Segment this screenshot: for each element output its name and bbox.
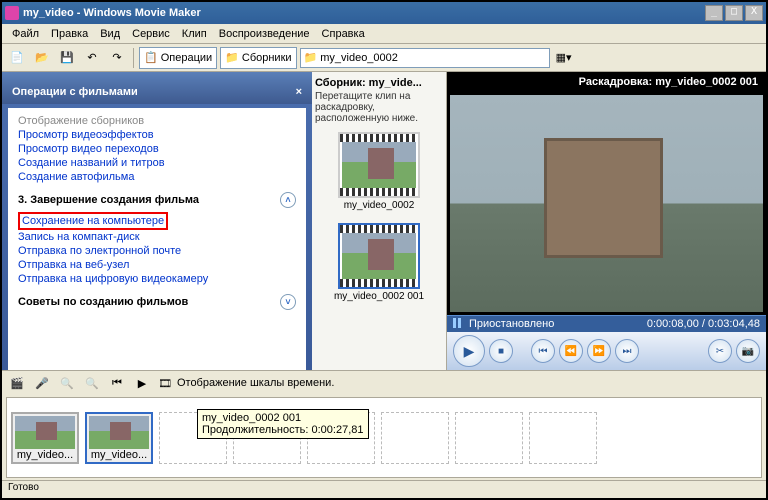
clip-tooltip: my_video_0002 001 Продолжительность: 0:0… [197,409,369,439]
status-bar: Готово [2,480,766,498]
play-button[interactable]: ▶ [453,335,485,367]
menu-view[interactable]: Вид [94,26,126,42]
close-button[interactable]: X [745,5,763,21]
task-link[interactable]: Просмотр видеоэффектов [18,128,296,142]
app-icon [5,6,19,20]
title-bar: my_video - Windows Movie Maker _ □ X [2,2,766,24]
task-save-to-computer[interactable]: Сохранение на компьютере [18,212,168,230]
chevron-down-icon: ˅ [280,294,296,310]
tasks-header: Операции с фильмами × [2,72,312,104]
collection-hint: Перетащите клип на раскадровку, располож… [315,91,443,128]
next-button[interactable]: ⏭ [615,339,639,363]
pause-icon [453,318,465,330]
storyboard-slot[interactable] [455,412,523,464]
preview-status-bar: Приостановлено 0:00:08,00 / 0:03:04,48 [447,315,766,332]
task-link[interactable]: Запись на компакт-диск [18,230,296,244]
save-button[interactable]: 💾 [56,47,78,69]
storyboard-clip[interactable]: my_video... [11,412,79,464]
collection-pane: Сборник: my_vide... Перетащите клип на р… [312,72,447,370]
new-button[interactable]: 📄 [6,47,28,69]
storyboard-toolbar: 🎬 🎤 🔍 🔍 ⏮ ▶ 🎞 Отображение шкалы времени. [2,371,766,395]
preview-title: Раскадровка: my_video_0002 001 [447,72,766,92]
prev-button[interactable]: ⏮ [531,339,555,363]
view-toggle-button[interactable]: ▦▾ [553,47,575,69]
zoom-in-button[interactable]: 🔍 [56,372,78,394]
collection-title: Сборник: my_vide... [315,75,443,91]
forward-button[interactable]: ⏩ [587,339,611,363]
open-button[interactable]: 📂 [31,47,53,69]
menu-clip[interactable]: Клип [176,26,213,42]
window-title: my_video - Windows Movie Maker [23,7,703,19]
task-link[interactable]: Отправка на цифровую видеокамеру [18,272,296,286]
storyboard-pane: 🎬 🎤 🔍 🔍 ⏮ ▶ 🎞 Отображение шкалы времени.… [2,370,766,480]
task-link[interactable]: Создание автофильма [18,170,296,184]
task-section-tips[interactable]: Советы по созданию фильмов˅ [18,294,296,310]
chevron-up-icon: ˄ [280,192,296,208]
preview-controls: ▶ ■ ⏮ ⏪ ⏩ ⏭ ✂ 📷 [447,332,766,370]
collection-combo[interactable]: 📁 my_video_0002 [300,48,550,68]
storyboard-clip[interactable]: my_video... [85,412,153,464]
play-timeline-button[interactable]: ▶ [131,372,153,394]
maximize-button[interactable]: □ [725,5,743,21]
playback-state: Приостановлено [469,318,647,330]
stop-button[interactable]: ■ [489,339,513,363]
timeline-toggle-button[interactable]: 🎬 [6,372,28,394]
menu-help[interactable]: Справка [316,26,371,42]
storyboard-track[interactable]: my_video... my_video... my_video_0002 00… [6,397,762,478]
tasks-pane: Операции с фильмами × Отображение сборни… [2,72,312,370]
menu-play[interactable]: Воспроизведение [213,26,316,42]
menu-edit[interactable]: Правка [45,26,94,42]
clip-name: my_video_0002 [315,200,443,219]
task-link[interactable]: Отправка по электронной почте [18,244,296,258]
clip-name: my_video_0002 001 [315,291,443,310]
preview-pane: Раскадровка: my_video_0002 001 Приостано… [447,72,766,370]
menu-file[interactable]: Файл [6,26,45,42]
zoom-out-button[interactable]: 🔍 [81,372,103,394]
toolbar: 📄 📂 💾 ↶ ↷ 📋Операции 📁Сборники 📁 my_video… [2,44,766,72]
clip-thumbnail[interactable] [338,132,420,198]
storyboard-label[interactable]: 🎞 Отображение шкалы времени. [156,372,338,394]
narrate-button[interactable]: 🎤 [31,372,53,394]
close-icon[interactable]: × [296,86,302,98]
task-link[interactable]: Отправка на веб-узел [18,258,296,272]
split-button[interactable]: ✂ [708,339,732,363]
storyboard-slot[interactable] [529,412,597,464]
task-link[interactable]: Просмотр видео переходов [18,142,296,156]
minimize-button[interactable]: _ [705,5,723,21]
playback-time: 0:00:08,00 / 0:03:04,48 [647,318,760,330]
menu-bar: Файл Правка Вид Сервис Клип Воспроизведе… [2,24,766,44]
undo-button[interactable]: ↶ [81,47,103,69]
task-section-3[interactable]: 3. Завершение создания фильма˄ [18,192,296,208]
redo-button[interactable]: ↷ [106,47,128,69]
menu-tools[interactable]: Сервис [126,26,176,42]
rewind-button[interactable]: ⏪ [559,339,583,363]
snapshot-button[interactable]: 📷 [736,339,760,363]
operations-button[interactable]: 📋Операции [139,47,217,69]
collections-button[interactable]: 📁Сборники [220,47,296,69]
preview-monitor[interactable] [450,95,763,312]
storyboard-slot[interactable] [381,412,449,464]
clip-thumbnail[interactable] [338,223,420,289]
task-link[interactable]: Создание названий и титров [18,156,296,170]
rewind-timeline-button[interactable]: ⏮ [106,372,128,394]
task-link[interactable]: Отображение сборников [18,114,296,128]
